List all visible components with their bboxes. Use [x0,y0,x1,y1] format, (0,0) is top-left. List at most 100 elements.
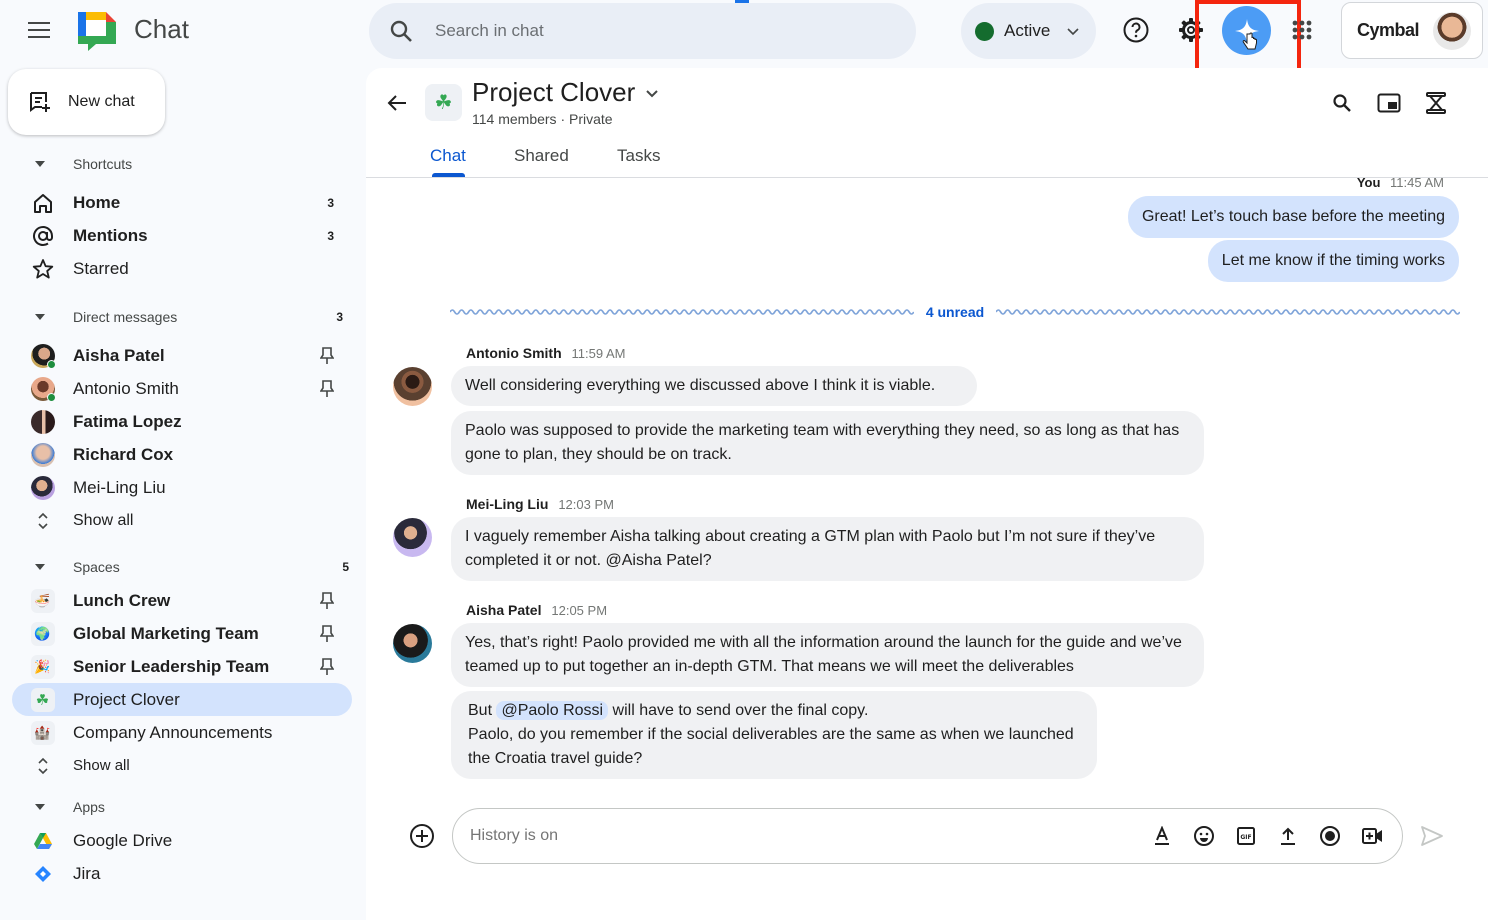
expand-icon [37,512,48,529]
google-apps-button[interactable] [1284,12,1320,48]
avatar[interactable] [393,624,432,663]
sidebar-item-dm[interactable]: Aisha Patel [12,339,352,372]
message-bubble[interactable]: I vaguely remember Aisha talking about c… [451,517,1204,581]
sidebar-item-starred[interactable]: Starred [12,252,352,285]
sidebar-item-dm[interactable]: Fatima Lopez [12,405,352,438]
settings-button[interactable] [1173,12,1209,48]
message-bubble[interactable]: Paolo was supposed to provide the market… [451,411,1204,475]
video-meeting-button[interactable] [1360,824,1384,848]
message-time: 11:59 AM [571,346,626,361]
chevron-down-icon [1067,28,1079,36]
upload-icon [1281,827,1295,845]
pin-icon[interactable] [320,591,334,610]
pin-icon[interactable] [320,379,334,398]
back-button[interactable] [382,88,412,118]
room-title-dropdown[interactable]: Project Clover [472,77,659,108]
message-time: 12:03 PM [558,497,614,512]
sidebar-item-app-google-drive[interactable]: Google Drive [12,824,352,857]
self-message[interactable]: Great! Let’s touch base before the meeti… [1127,196,1459,238]
account-switcher[interactable]: Cymbal [1341,2,1483,59]
help-button[interactable] [1118,12,1154,48]
send-button[interactable] [1418,822,1446,850]
collapse-apps-toggle[interactable] [28,804,52,810]
search-in-room-button[interactable] [1327,88,1357,118]
sidebar-item-dm[interactable]: Richard Cox [12,438,352,471]
sidebar-item-dm[interactable]: Antonio Smith [12,372,352,405]
new-chat-icon [30,92,50,112]
gif-button[interactable]: GIF [1234,824,1258,848]
chevron-down-icon [646,89,658,97]
sidebar-item-dm[interactable]: Mei-Ling Liu [12,471,352,504]
sidebar-item-label: Google Drive [73,830,173,850]
brand-name: Cymbal [1357,20,1420,40]
new-chat-label: New chat [68,93,135,110]
tasks-panel-button[interactable] [1421,88,1451,118]
sidebar-item-home[interactable]: Home 3 [12,186,352,219]
sidebar-item-space[interactable]: 🎉 Senior Leadership Team [12,650,352,683]
sidebar-item-mentions[interactable]: Mentions 3 [12,219,352,252]
self-message[interactable]: Let me know if the timing works [1207,240,1459,282]
account-avatar [1433,11,1472,50]
tab-chat[interactable]: Chat [430,146,466,166]
sender-name: Mei-Ling Liu [466,496,549,512]
avatar [30,409,55,434]
message-meta: Aisha Patel 12:05 PM [466,602,607,618]
collapse-spaces-toggle[interactable] [28,564,52,570]
sender-name: Antonio Smith [466,345,562,361]
sidebar-item-label: Richard Cox [73,444,174,464]
section-count: 5 [342,560,349,574]
help-icon [1123,17,1149,43]
record-button[interactable] [1318,824,1342,848]
emoji-icon [1194,826,1214,846]
picture-in-picture-icon [1377,93,1401,113]
sidebar-item-label: Home [73,192,121,212]
sidebar-item-space[interactable]: 🍜 Lunch Crew [12,584,352,617]
sidebar-item-label: Company Announcements [73,722,273,742]
message-input[interactable] [470,827,1130,845]
message-bubble-with-mention[interactable]: But @Paolo Rossi will have to send over … [451,691,1097,779]
sidebar-item-label: Jira [73,863,101,883]
search-input[interactable] [435,21,855,41]
tab-shared[interactable]: Shared [514,146,569,166]
sidebar-item-label: Mentions [73,225,148,245]
pin-icon[interactable] [320,346,334,365]
gemini-button[interactable] [1222,6,1271,55]
main-menu-button[interactable] [22,14,58,46]
collapse-dms-toggle[interactable] [28,314,52,320]
sidebar-item-label: Mei-Ling Liu [73,477,166,497]
avatar[interactable] [393,518,432,557]
status-selector[interactable]: Active [961,3,1096,59]
wavy-line-right [996,309,1461,315]
avatar [30,442,55,467]
new-chat-button[interactable]: New chat [8,69,165,135]
message-composer[interactable]: GIF [452,808,1403,864]
star-icon [32,258,53,279]
add-attachment-button[interactable] [408,822,436,850]
self-message-meta: You 11:45 AM [1357,175,1444,190]
sidebar-item-space-active[interactable]: ☘ Project Clover [12,683,352,716]
collapse-shortcuts-toggle[interactable] [28,161,52,167]
pin-icon[interactable] [320,657,334,676]
upload-button[interactable] [1276,824,1300,848]
sidebar-item-space[interactable]: 🌍 Global Marketing Team [12,617,352,650]
tab-tasks[interactable]: Tasks [617,146,660,166]
status-indicator-icon [975,21,994,41]
pin-icon[interactable] [320,624,334,643]
avatar[interactable] [393,367,432,406]
format-text-button[interactable] [1150,824,1174,848]
section-label: Spaces [73,559,120,575]
open-in-popup-button[interactable] [1374,88,1404,118]
message-bubble[interactable]: Yes, that’s right! Paolo provided me wit… [451,623,1204,687]
search-bar[interactable] [369,3,916,59]
show-all-dms[interactable]: Show all [12,504,352,537]
sidebar-item-app-jira[interactable]: Jira [12,857,352,890]
user-mention-chip[interactable]: @Paolo Rossi [496,701,609,720]
caret-down-icon [35,314,45,320]
show-all-spaces[interactable]: Show all [12,749,352,782]
message-bubble[interactable]: Well considering everything we discussed… [451,366,977,406]
sidebar-item-space[interactable]: 🏰 Company Announcements [12,716,352,749]
video-meeting-icon [1362,828,1382,844]
emoji-button[interactable] [1192,824,1216,848]
svg-text:GIF: GIF [1240,834,1251,841]
message-text: Paolo, do you remember if the social del… [468,726,1074,767]
